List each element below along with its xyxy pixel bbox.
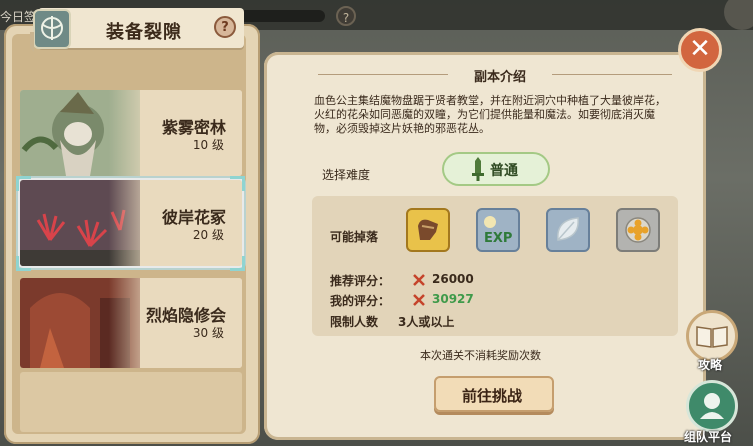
gauntlet-icon (418, 219, 438, 240)
selection-corner (16, 256, 31, 271)
selection-corner (16, 176, 31, 191)
dungeon-level: 10 级 (192, 138, 224, 152)
sword-icon (472, 157, 484, 181)
difficulty-label: 选择难度 (322, 168, 371, 182)
recommended-score-label: 推荐评分： (330, 274, 391, 288)
difficulty-value: 普通 (490, 163, 518, 179)
dungeon-card-placeholder (20, 372, 242, 432)
flower-coin-icon (625, 217, 651, 243)
dungeon-level: 20 级 (192, 228, 224, 242)
divider (552, 74, 672, 75)
drop-item-exp[interactable]: EXP (476, 208, 520, 252)
my-score-value: 30927 (432, 292, 474, 306)
my-score-label: 我的评分： (330, 294, 391, 308)
dungeon-level: 30 级 (192, 326, 224, 340)
close-button[interactable]: ✕ (678, 28, 722, 72)
player-limit-label: 限制人数 (330, 315, 379, 329)
recommended-score-value: 26000 (432, 272, 474, 286)
divider (318, 74, 448, 75)
drop-item-leaf[interactable] (546, 208, 590, 252)
rift-emblem-icon (30, 9, 71, 52)
team-platform-label: 组队平台 (684, 430, 733, 444)
section-title: 副本介绍 (473, 70, 526, 85)
team-icon (700, 393, 724, 419)
guide-button[interactable] (686, 310, 738, 362)
selection-corner (230, 256, 245, 271)
svg-text:EXP: EXP (484, 231, 512, 246)
dungeon-card-bi-an-hua-zhong[interactable]: 彼岸花冢 20 级 (20, 180, 242, 266)
drop-item-gauntlet[interactable] (406, 208, 450, 252)
guide-label: 攻略 (698, 358, 723, 372)
drops-label: 可能掉落 (330, 230, 379, 244)
dungeon-name: 紫雾密林 (161, 118, 226, 137)
help-icon[interactable]: ? (214, 16, 236, 38)
dungeon-name: 烈焰隐修会 (145, 306, 226, 325)
panel-title: 装备裂隙 (106, 22, 182, 43)
team-platform-button[interactable] (686, 380, 738, 432)
selection-corner (230, 176, 245, 191)
crossed-swords-icon (413, 274, 425, 286)
player-limit-value: 3人或以上 (398, 315, 455, 329)
exp-icon: EXP (484, 216, 512, 246)
crossed-swords-icon (413, 294, 425, 306)
start-challenge-label: 前往挑战 (462, 387, 523, 405)
book-icon (696, 326, 728, 348)
dungeon-description: 血色公主集结魔物盘踞于贤者教堂，并在附近洞穴中种植了大量彼岸花，火红的花朵如同恶… (314, 94, 666, 135)
panel-title-tag: 装备裂隙 ? (24, 2, 248, 58)
drop-item-flower-coin[interactable] (616, 208, 660, 252)
dungeon-name: 彼岸花冢 (161, 208, 226, 227)
dungeon-card-zi-wu-mi-lin[interactable]: 紫雾密林 10 级 (20, 90, 242, 176)
leaf-icon (557, 217, 579, 241)
reward-note: 本次通关不消耗奖励次数 (420, 349, 541, 362)
background-help-icon: ? (336, 6, 356, 26)
dungeon-card-lie-yan-yin-xiu-hui[interactable]: 烈焰隐修会 30 级 (20, 278, 242, 368)
